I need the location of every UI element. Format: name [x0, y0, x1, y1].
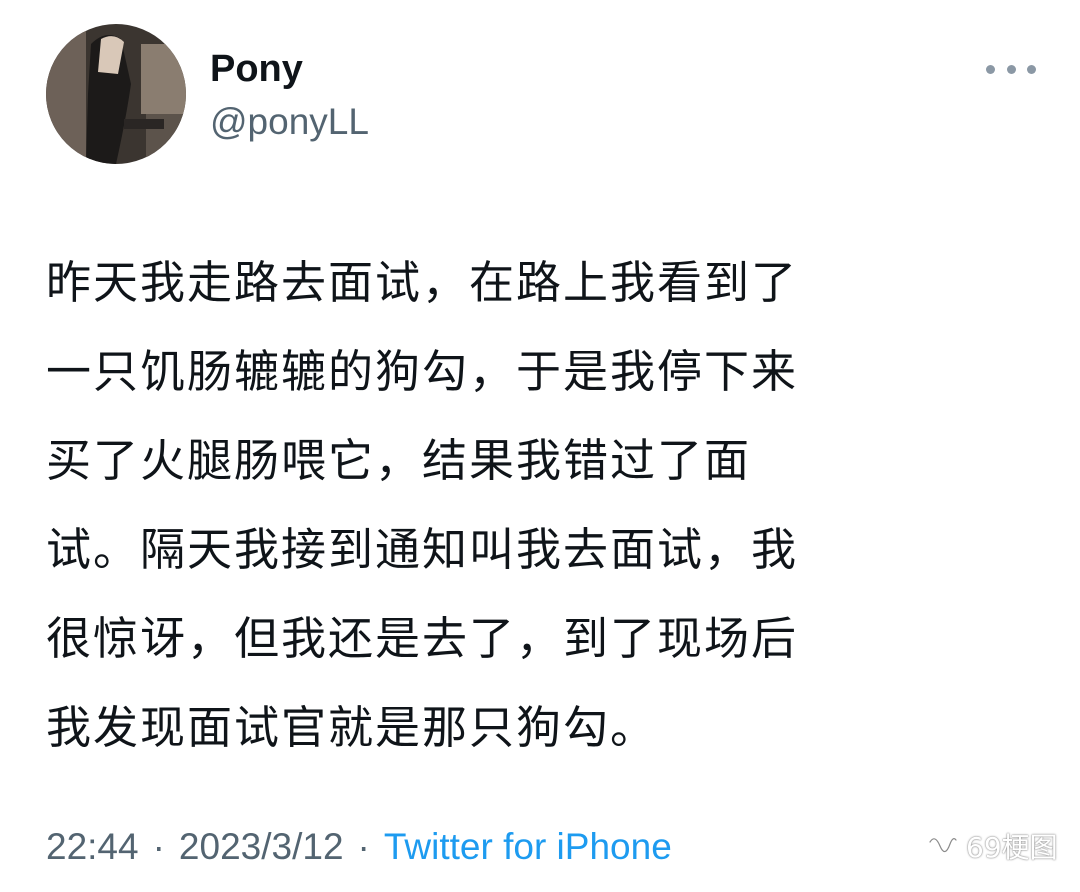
tweet-meta: 22:44 · 2023/3/12 · Twitter for iPhone [46, 822, 672, 872]
more-options-icon[interactable] [986, 54, 1036, 84]
watermark-text: 69梗图 [966, 831, 1058, 864]
user-handle[interactable]: @ponyLL [210, 98, 369, 146]
tweet-line: 昨天我走路去面试，在路上我看到了 [46, 256, 799, 309]
tweet-line: 很惊讶，但我还是去了，到了现场后 [46, 612, 799, 665]
tweet-line: 试。隔天我接到通知叫我去面试，我 [46, 523, 799, 576]
separator: · [152, 826, 165, 867]
tweet-line: 我发现面试官就是那只狗勾。 [46, 701, 658, 754]
wechat-channel-icon [928, 836, 958, 854]
tweet-line: 一只饥肠辘辘的狗勾，于是我停下来 [46, 345, 799, 398]
dot [1027, 64, 1036, 74]
tweet-time[interactable]: 22:44 [46, 826, 139, 867]
dot [986, 64, 995, 74]
separator: · [357, 826, 370, 867]
tweet-text: 昨天我走路去面试，在路上我看到了 一只饥肠辘辘的狗勾，于是我停下来 买了火腿肠喂… [46, 238, 1056, 772]
avatar[interactable] [46, 24, 186, 164]
avatar-photo [46, 24, 186, 164]
tweet-source-link[interactable]: Twitter for iPhone [384, 826, 672, 867]
tweet-date[interactable]: 2023/3/12 [179, 826, 344, 867]
display-name[interactable]: Pony [210, 44, 303, 94]
dot [1006, 64, 1016, 74]
watermark: 69梗图 [926, 826, 1058, 866]
tweet-line: 买了火腿肠喂它，结果我错过了面 [46, 434, 752, 487]
